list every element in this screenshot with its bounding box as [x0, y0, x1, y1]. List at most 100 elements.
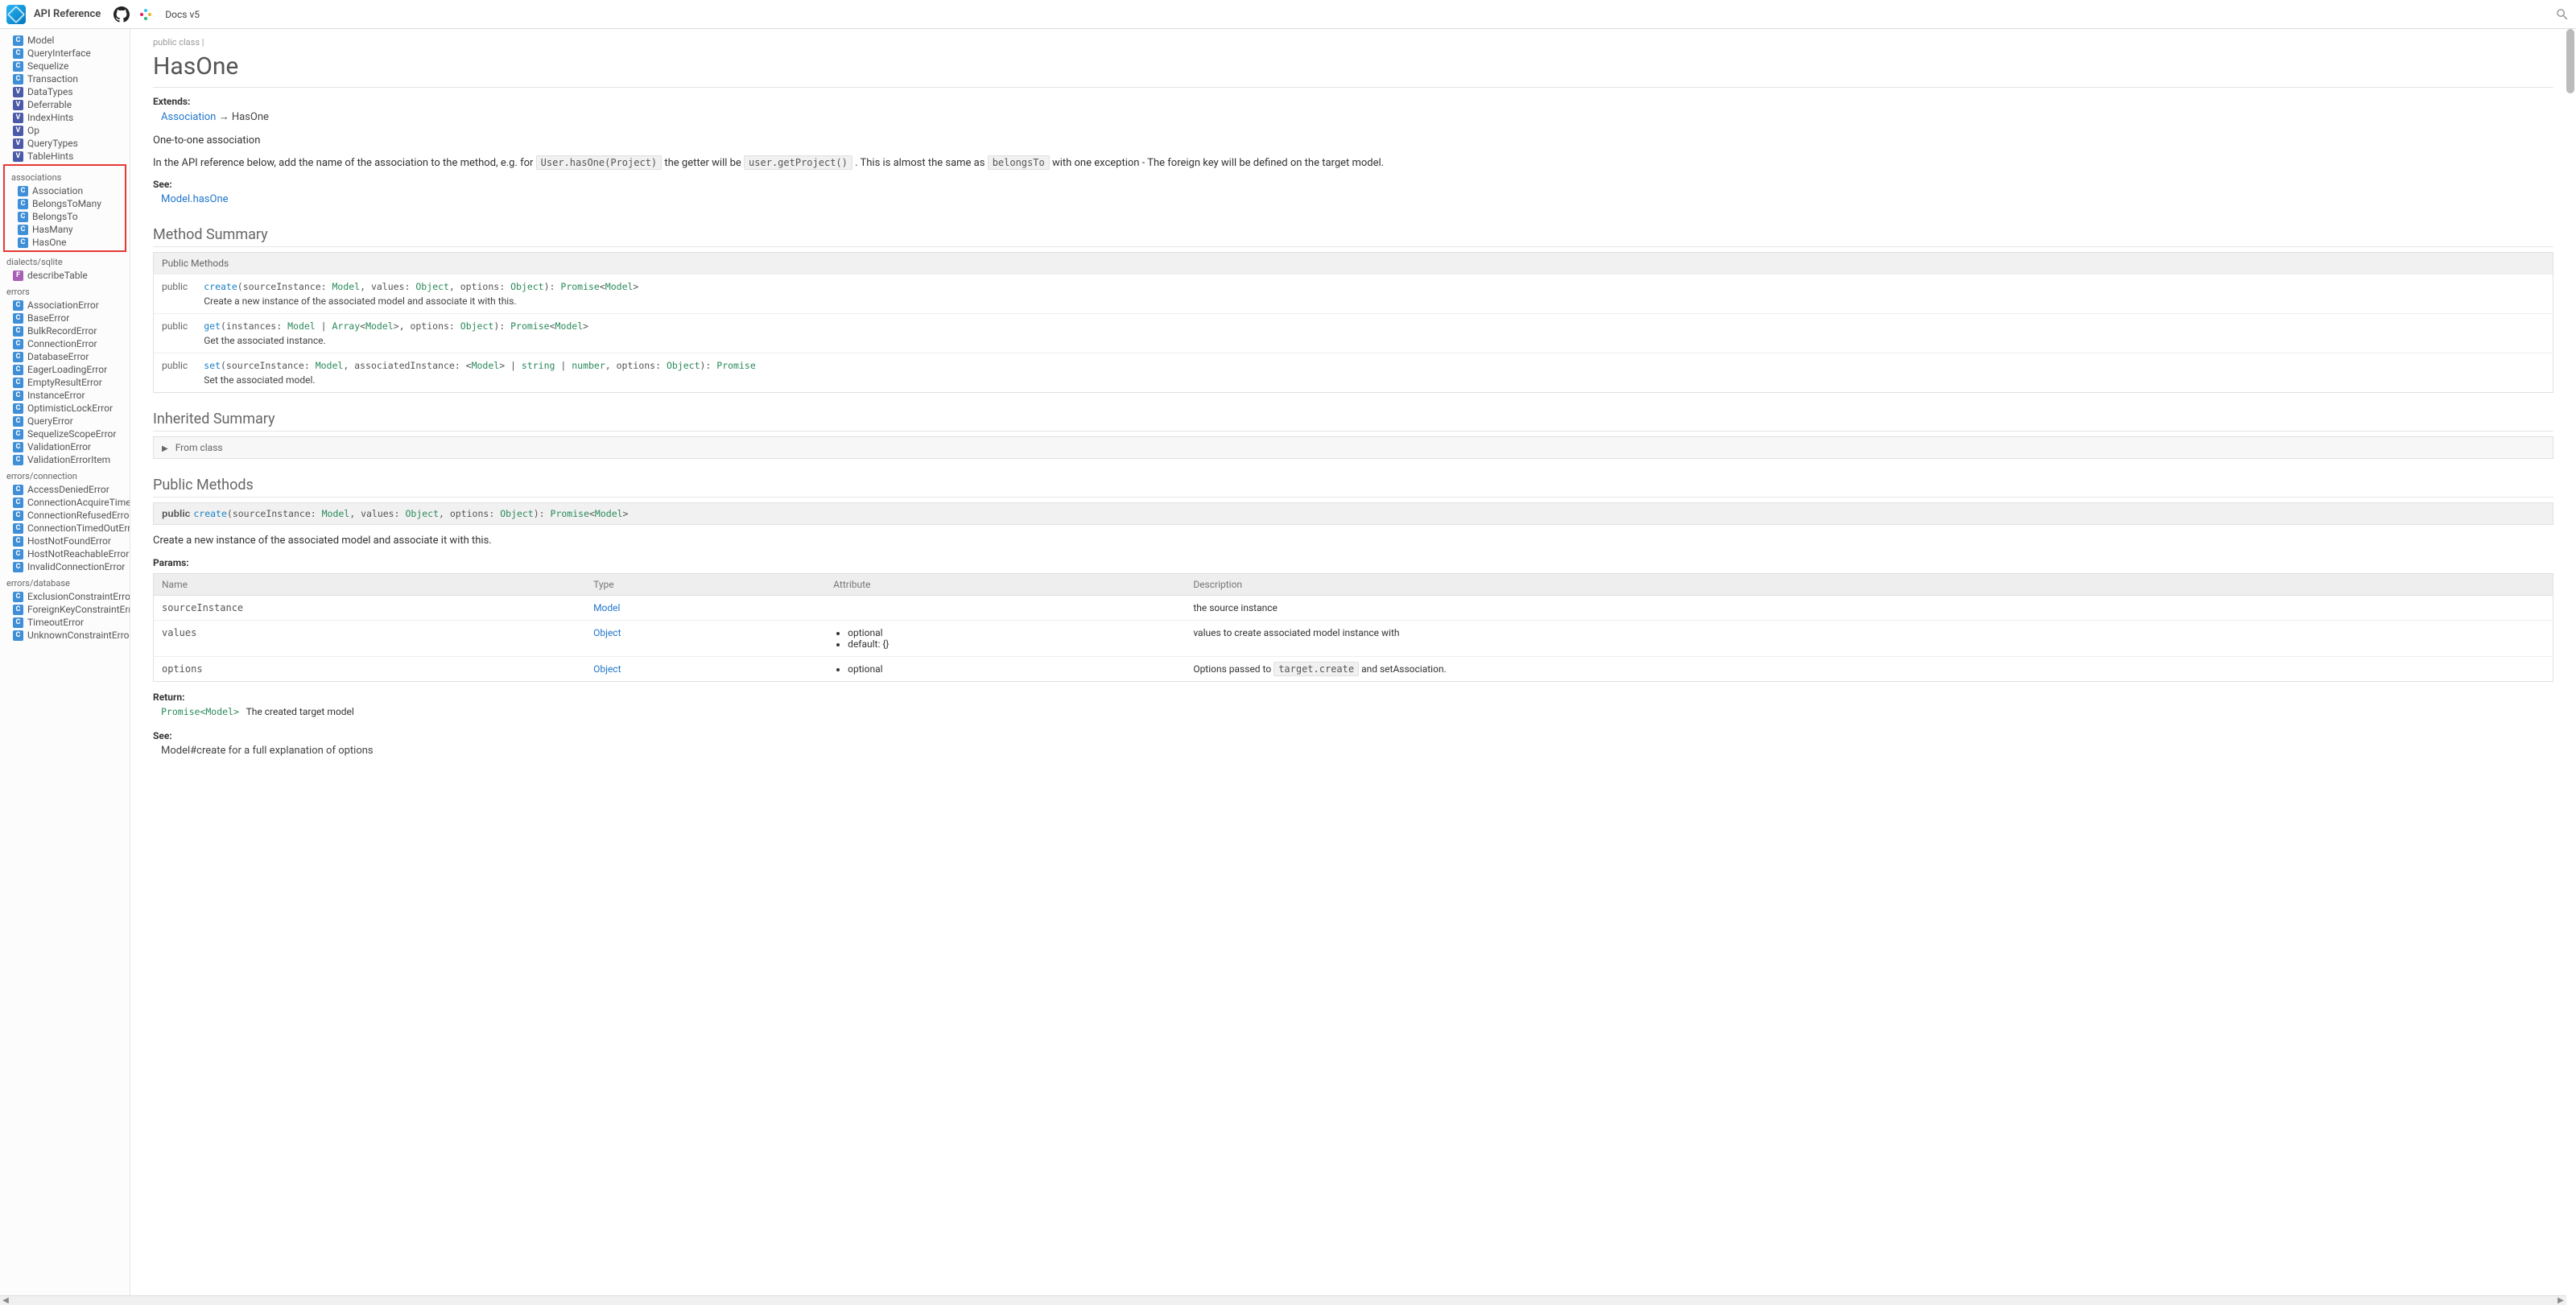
sidebar-item[interactable]: CValidationErrorItem — [0, 453, 130, 466]
sidebar-item[interactable]: CHasMany — [5, 223, 125, 236]
method-signature[interactable]: create(sourceInstance: Model, values: Ob… — [204, 281, 2545, 292]
sidebar-item-label: HostNotReachableError — [27, 548, 129, 560]
type-badge-icon: C — [13, 35, 23, 46]
sidebar-item[interactable]: CQueryInterface — [0, 47, 130, 60]
sidebar-item[interactable]: VDeferrable — [0, 98, 130, 111]
sidebar-item-label: SequelizeScopeError — [27, 428, 116, 440]
sidebar-item[interactable]: CBaseError — [0, 312, 130, 324]
extends-link[interactable]: Association — [161, 111, 216, 123]
modifier: public — [154, 353, 196, 393]
params-table: NameTypeAttributeDescription sourceInsta… — [153, 573, 2553, 682]
sidebar-item[interactable]: C ConnectionRefusedError — [0, 509, 130, 522]
sidebar-item[interactable]: CHasOne — [5, 236, 125, 249]
sidebar-item-label: InstanceError — [27, 390, 85, 401]
param-name: sourceInstance — [154, 595, 586, 620]
sidebar-item[interactable]: VOp — [0, 124, 130, 137]
type-badge-icon: C — [18, 237, 28, 248]
search-icon[interactable] — [2555, 7, 2570, 22]
sidebar-item[interactable]: CValidationError — [0, 440, 130, 453]
sidebar-item-label: AssociationError — [27, 299, 99, 311]
sidebar-item-label: Deferrable — [27, 99, 72, 110]
code-inline: User.hasOne(Project) — [536, 155, 663, 170]
type-badge-icon: C — [13, 378, 23, 388]
sidebar-item[interactable]: CConnectionError — [0, 337, 130, 350]
sidebar-item[interactable]: CAssociation — [5, 184, 125, 197]
sidebar-section: dialects/sqlite — [0, 255, 130, 269]
sidebar-item[interactable]: CBelongsTo — [5, 210, 125, 223]
sidebar-item[interactable]: CInvalidConnectionError — [0, 560, 130, 573]
type-badge-icon: F — [13, 270, 23, 281]
sidebar-item-label: UnknownConstraintError — [27, 630, 130, 641]
method-row: public create(sourceInstance: Model, val… — [154, 275, 2553, 314]
sidebar-item[interactable]: CUnknownConstraintError — [0, 629, 130, 642]
type-badge-icon: C — [13, 442, 23, 452]
modifier: public — [154, 314, 196, 353]
method-signature[interactable]: set(sourceInstance: Model, associatedIns… — [204, 360, 2545, 371]
type-badge-icon: C — [13, 592, 23, 602]
sidebar-item[interactable]: CConnectionAcquireTimeout — [0, 496, 130, 509]
params-col-header: Name — [154, 573, 586, 595]
sidebar-item[interactable]: CEagerLoadingError — [0, 363, 130, 376]
type-badge-icon: C — [13, 510, 23, 521]
sidebar-item[interactable]: CSequelize — [0, 60, 130, 72]
sidebar-item[interactable]: C BulkRecordError — [0, 324, 130, 337]
github-icon[interactable] — [114, 6, 130, 23]
param-type: Object — [585, 620, 825, 656]
sidebar-section: errors/connection — [0, 469, 130, 483]
sidebar-item-label: ConnectionRefusedError — [27, 510, 130, 521]
scrollbar-vertical[interactable] — [2566, 29, 2574, 1303]
sidebar-item[interactable]: C ExclusionConstraintError — [0, 590, 130, 603]
params-col-header: Description — [1185, 573, 2553, 595]
type-badge-icon: V — [13, 87, 23, 97]
sidebar-item[interactable]: FdescribeTable — [0, 269, 130, 282]
scrollbar-horizontal[interactable]: ◀▶ — [0, 1295, 2566, 1305]
sidebar-item[interactable]: CModel — [0, 34, 130, 47]
sidebar-item-label: EmptyResultError — [27, 377, 102, 388]
sidebar-item[interactable]: CTransaction — [0, 72, 130, 85]
sidebar-item-label: Association — [32, 185, 83, 196]
sidebar-item-label: ExclusionConstraintError — [27, 591, 130, 602]
sidebar-item-label: InvalidConnectionError — [27, 561, 125, 572]
type-badge-icon: C — [13, 48, 23, 59]
type-badge-icon: C — [13, 313, 23, 324]
type-badge-icon: C — [13, 605, 23, 615]
sidebar-item-label: describeTable — [27, 270, 88, 281]
sidebar-item[interactable]: CHostNotFoundError — [0, 535, 130, 547]
method-signature[interactable]: get(instances: Model | Array<Model>, opt… — [204, 320, 2545, 332]
sidebar-item[interactable]: COptimisticLockError — [0, 402, 130, 415]
type-badge-icon: V — [13, 138, 23, 149]
sidebar-item-label: DatabaseError — [27, 351, 89, 362]
return-line: Promise<Model> The created target model — [153, 703, 2553, 721]
sidebar-item[interactable]: CBelongsToMany — [5, 197, 125, 210]
sidebar-item[interactable]: CDatabaseError — [0, 350, 130, 363]
see-link[interactable]: Model.hasOne — [161, 193, 229, 205]
param-type: Object — [585, 656, 825, 681]
sidebar-item[interactable]: CTimeoutError — [0, 616, 130, 629]
sidebar-item-label: BulkRecordError — [27, 325, 97, 337]
sidebar-item[interactable]: VIndexHints — [0, 111, 130, 124]
sidebar-item[interactable]: CAssociationError — [0, 299, 130, 312]
sidebar-item[interactable]: CForeignKeyConstraintError — [0, 603, 130, 616]
param-attrs — [825, 595, 1185, 620]
slack-icon[interactable] — [138, 6, 154, 23]
sidebar-item[interactable]: VDataTypes — [0, 85, 130, 98]
sidebar-section: associations — [5, 171, 125, 184]
sidebar-item[interactable]: CQueryError — [0, 415, 130, 427]
sidebar-item[interactable]: VTableHints — [0, 150, 130, 163]
sidebar-item[interactable]: CSequelizeScopeError — [0, 427, 130, 440]
docs-version[interactable]: Docs v5 — [165, 9, 200, 20]
inherited-summary-title: Inherited Summary — [153, 411, 2553, 432]
sidebar-item-label: IndexHints — [27, 112, 73, 123]
type-badge-icon: C — [13, 326, 23, 337]
sidebar-item[interactable]: CInstanceError — [0, 389, 130, 402]
see2-text: Model#create for a full explanation of o… — [153, 741, 2553, 760]
sidebar-item[interactable]: CHostNotReachableError — [0, 547, 130, 560]
page-title: HasOne — [153, 52, 2553, 88]
sidebar-item[interactable]: CConnectionTimedOutError — [0, 522, 130, 535]
logo-icon[interactable] — [6, 5, 26, 24]
sidebar-item[interactable]: CAccessDeniedError — [0, 483, 130, 496]
sidebar-item[interactable]: VQueryTypes — [0, 137, 130, 150]
sidebar-item[interactable]: C EmptyResultError — [0, 376, 130, 389]
inherited-row[interactable]: ▶ From class — [153, 436, 2553, 459]
type-badge-icon: V — [13, 151, 23, 162]
